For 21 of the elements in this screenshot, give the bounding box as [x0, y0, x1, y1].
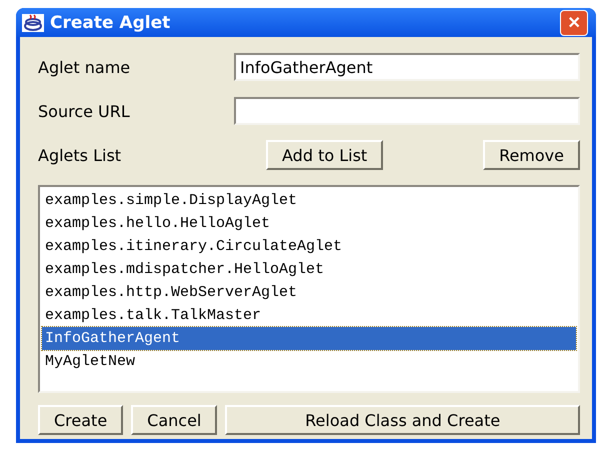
- dialog-button[interactable]: Reload Class and Create: [225, 405, 580, 435]
- list-item[interactable]: examples.http.WebServerAglet: [42, 281, 576, 304]
- list-item[interactable]: examples.itinerary.CirculateAglet: [42, 235, 576, 258]
- dialog-button[interactable]: Create: [38, 405, 124, 435]
- window-title: Create Aglet: [50, 12, 172, 32]
- input-field[interactable]: InfoGatherAgent: [234, 53, 580, 81]
- dialog-button[interactable]: Cancel: [131, 405, 218, 435]
- field-label: Source URL: [38, 102, 131, 120]
- list-item[interactable]: examples.talk.TalkMaster: [42, 304, 576, 327]
- list-item[interactable]: examples.hello.HelloAglet: [42, 212, 576, 235]
- list-item[interactable]: InfoGatherAgent: [42, 327, 576, 350]
- cup-icon: [22, 14, 44, 32]
- list-button[interactable]: Remove: [483, 140, 580, 170]
- list-item[interactable]: examples.simple.DisplayAglet: [42, 189, 576, 212]
- field-label: Aglet name: [38, 58, 132, 76]
- input-field[interactable]: [234, 97, 580, 125]
- close-button[interactable]: ✕: [560, 10, 588, 36]
- list-item[interactable]: examples.mdispatcher.HelloAglet: [42, 258, 576, 281]
- list-button[interactable]: Add to List: [266, 140, 384, 170]
- list-item[interactable]: MyAgletNew: [42, 350, 576, 373]
- list-label: Aglets List: [38, 146, 122, 164]
